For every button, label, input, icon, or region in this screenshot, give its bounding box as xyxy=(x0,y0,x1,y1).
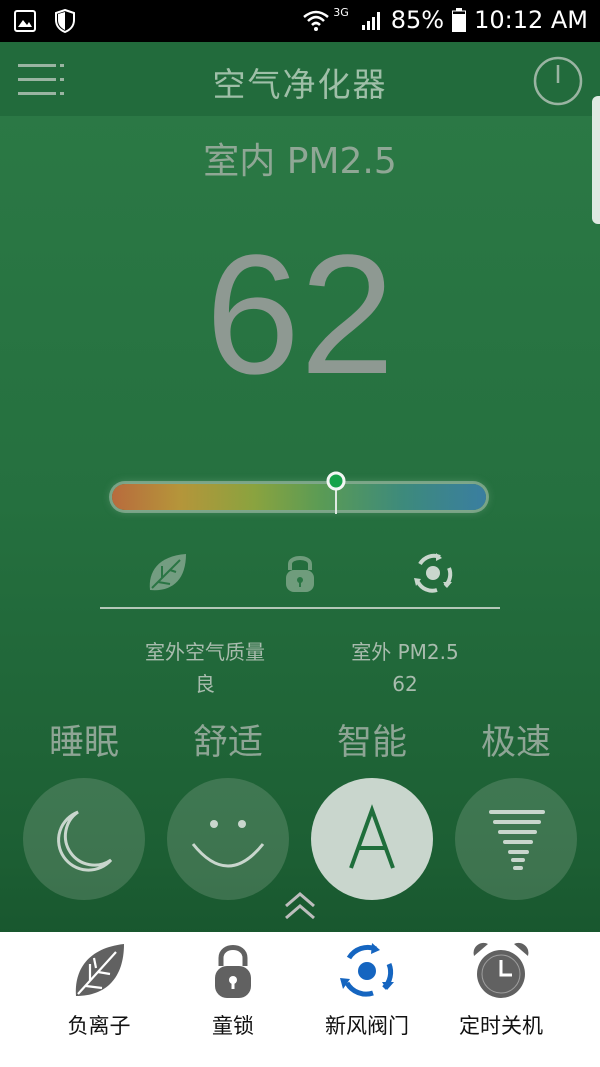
mode-label-turbo: 极速 xyxy=(480,723,551,763)
battery-icon xyxy=(452,8,467,32)
outdoor-quality-label: 室外空气质量 xyxy=(145,640,265,664)
gallery-notification-icon xyxy=(14,10,36,32)
vent-icon xyxy=(340,943,394,997)
timer-off-label: 定时关机 xyxy=(459,1014,543,1038)
vent-icon xyxy=(414,553,453,593)
outdoor-pm-value: 62 xyxy=(392,672,418,696)
app-screen: 空气净化器 室内 PM2.5 62 室外空气质量 良 室外 PM2.5 62 睡… xyxy=(0,42,600,1067)
air-quality-bar xyxy=(112,484,486,510)
mode-label-comfort: 舒适 xyxy=(192,723,263,763)
shield-notification-icon xyxy=(55,9,75,33)
lock-icon xyxy=(286,556,314,592)
outdoor-quality-value: 良 xyxy=(195,672,215,696)
outdoor-pm: 室外 PM2.5 62 xyxy=(320,636,490,700)
mode-labels: 睡眠 舒适 智能 极速 xyxy=(0,714,600,764)
clock: 10:12 AM xyxy=(474,6,588,34)
outdoor-pm-label: 室外 PM2.5 xyxy=(351,640,459,664)
indoor-pm-value: 62 xyxy=(205,220,395,410)
page-title: 空气净化器 xyxy=(212,65,388,104)
divider xyxy=(100,607,500,609)
air-quality-marker xyxy=(326,471,346,514)
mode-label-smart: 智能 xyxy=(336,723,407,763)
leaf-icon xyxy=(75,944,124,996)
lock-icon xyxy=(215,945,251,998)
status-bar: 3G 85% 10:12 AM xyxy=(0,0,600,42)
indoor-pm-label: 室内 PM2.5 xyxy=(203,141,397,182)
feature-status-row xyxy=(100,542,500,606)
battery-percent: 85% xyxy=(390,6,445,34)
bottom-panel: 负离子 童锁 新风阀门 定时关机 xyxy=(0,932,600,1067)
signal-icon xyxy=(361,12,380,30)
negative-ion-label: 负离子 xyxy=(67,1014,131,1038)
wifi-icon xyxy=(303,10,330,31)
network-type: 3G xyxy=(333,5,349,19)
expand-up-icon[interactable] xyxy=(282,890,318,922)
alarm-clock-icon xyxy=(473,942,529,998)
fresh-air-valve-label: 新风阀门 xyxy=(325,1014,409,1038)
leaf-icon xyxy=(149,554,186,591)
power-icon[interactable] xyxy=(532,55,584,107)
top-bar: 空气净化器 xyxy=(0,42,600,116)
outdoor-quality: 室外空气质量 良 xyxy=(120,636,290,700)
mode-label-sleep: 睡眠 xyxy=(48,723,119,763)
child-lock-label: 童锁 xyxy=(212,1014,254,1038)
